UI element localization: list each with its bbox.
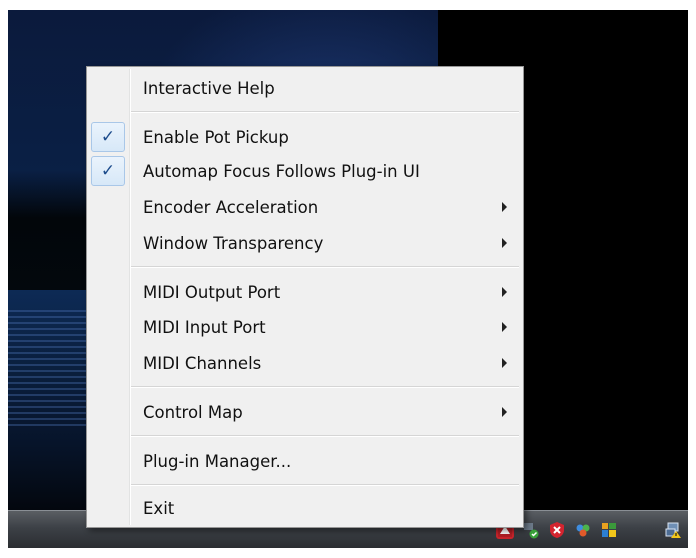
menu-item-interactive-help[interactable]: Interactive Help xyxy=(89,71,521,105)
security-shield-icon[interactable] xyxy=(548,521,566,539)
people-icon[interactable] xyxy=(574,521,592,539)
menu-item-midi-input-port[interactable]: MIDI Input Port xyxy=(89,310,521,344)
menu-item-midi-output-port[interactable]: MIDI Output Port xyxy=(89,275,521,309)
context-menu: Interactive Help ✓ Enable Pot Pickup ✓ A… xyxy=(86,66,524,528)
menu-item-label: Control Map xyxy=(143,402,243,422)
check-icon: ✓ xyxy=(91,156,125,186)
submenu-arrow-icon xyxy=(502,358,507,368)
menu-item-label: Encoder Acceleration xyxy=(143,197,319,217)
menu-separator xyxy=(131,484,519,486)
menu-item-window-transparency[interactable]: Window Transparency xyxy=(89,226,521,260)
submenu-arrow-icon xyxy=(502,238,507,248)
submenu-arrow-icon xyxy=(502,322,507,332)
submenu-arrow-icon xyxy=(502,407,507,417)
submenu-arrow-icon xyxy=(502,287,507,297)
menu-separator xyxy=(131,435,519,437)
menu-separator xyxy=(131,266,519,268)
menu-item-label: MIDI Channels xyxy=(143,353,262,373)
menu-item-encoder-acceleration[interactable]: Encoder Acceleration xyxy=(89,190,521,224)
network-check-icon[interactable] xyxy=(522,521,540,539)
menu-item-plugin-manager[interactable]: Plug-in Manager... xyxy=(89,444,521,478)
check-icon: ✓ xyxy=(91,122,125,152)
menu-item-label: Window Transparency xyxy=(143,233,324,253)
menu-item-label: Automap Focus Follows Plug-in UI xyxy=(143,161,420,181)
submenu-arrow-icon xyxy=(502,202,507,212)
menu-item-midi-channels[interactable]: MIDI Channels xyxy=(89,346,521,380)
menu-item-control-map[interactable]: Control Map xyxy=(89,395,521,429)
menu-item-label: MIDI Input Port xyxy=(143,317,266,337)
menu-item-enable-pot-pickup[interactable]: ✓ Enable Pot Pickup xyxy=(89,120,521,154)
menu-separator xyxy=(131,386,519,388)
menu-item-label: Interactive Help xyxy=(143,78,275,98)
menu-item-label: MIDI Output Port xyxy=(143,282,281,302)
network-warning-icon[interactable] xyxy=(664,521,682,539)
menu-item-label: Plug-in Manager... xyxy=(143,451,292,471)
desktop-screen: Interactive Help ✓ Enable Pot Pickup ✓ A… xyxy=(8,10,688,548)
menu-item-label: Exit xyxy=(143,498,175,518)
windows-flag-icon[interactable] xyxy=(600,521,618,539)
menu-item-automap-focus[interactable]: ✓ Automap Focus Follows Plug-in UI xyxy=(89,154,521,188)
menu-separator xyxy=(131,111,519,113)
menu-item-exit[interactable]: Exit xyxy=(89,491,521,525)
menu-item-label: Enable Pot Pickup xyxy=(143,127,289,147)
